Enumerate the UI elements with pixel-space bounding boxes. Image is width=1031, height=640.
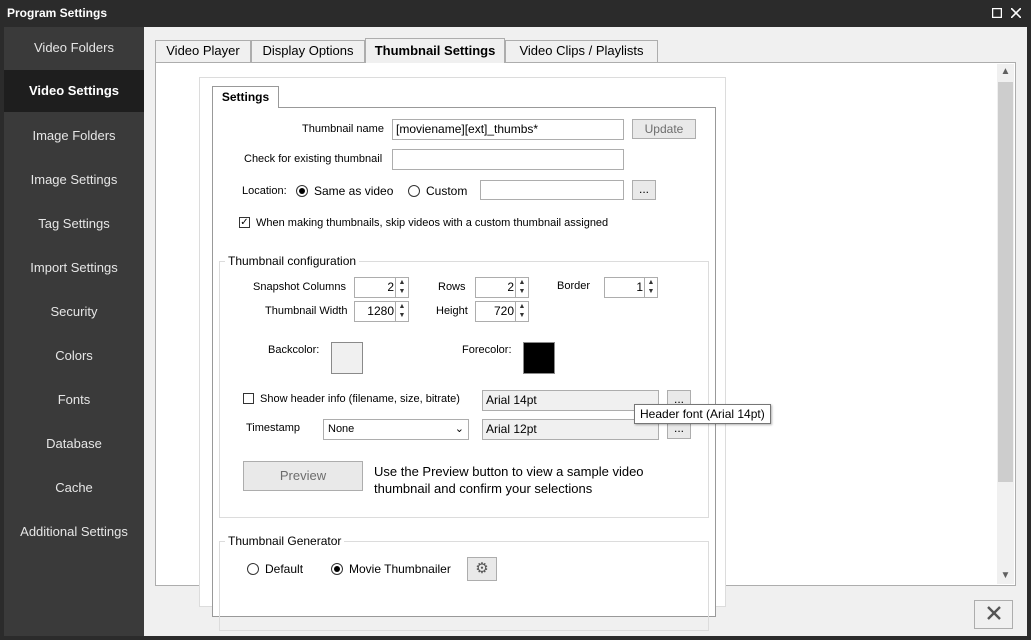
settings-container: Settings Thumbnail name [moviename][ext]… <box>199 77 726 631</box>
border-stepper[interactable]: 1 ▲ ▼ <box>604 277 658 298</box>
border-label: Border <box>557 280 591 292</box>
rows-value: 2 <box>507 280 514 294</box>
sidebar-item-colors[interactable]: Colors <box>4 335 144 377</box>
close-icon[interactable] <box>1006 3 1026 23</box>
settings-tab[interactable]: Settings <box>212 86 279 108</box>
snapshot-columns-stepper[interactable]: 2 ▲ ▼ <box>354 277 409 298</box>
height-label: Height <box>436 305 468 317</box>
sidebar-item-security[interactable]: Security <box>4 291 144 333</box>
height-stepper[interactable]: 720 ▲ ▼ <box>475 301 529 322</box>
vertical-scrollbar[interactable]: ▲ ▼ <box>997 64 1014 584</box>
preview-help-text: Use the Preview button to view a sample … <box>374 464 644 496</box>
tab-video-clips-playlists[interactable]: Video Clips / Playlists <box>505 40 658 62</box>
sidebar-item-import-settings[interactable]: Import Settings <box>4 247 144 289</box>
thumbnail-width-value: 1280 <box>367 304 394 318</box>
preview-button[interactable]: Preview <box>243 461 363 491</box>
movie-thumbnailer-label: Movie Thumbnailer <box>349 562 451 576</box>
existing-thumbnail-input[interactable] <box>392 149 624 170</box>
sidebar-item-additional-settings[interactable]: Additional Settings <box>4 511 144 553</box>
rows-label: Rows <box>438 281 466 293</box>
header-info-label: Show header info (filename, size, bitrat… <box>260 393 460 405</box>
sidebar-item-video-settings[interactable]: Video Settings <box>4 70 150 112</box>
forecolor-label: Forecolor: <box>462 344 512 356</box>
border-value: 1 <box>636 280 643 294</box>
default-generator-radio[interactable] <box>247 563 259 575</box>
sidebar-item-image-settings[interactable]: Image Settings <box>4 159 144 201</box>
location-label: Location: <box>242 185 287 197</box>
thumbnail-name-input[interactable]: [moviename][ext]_thumbs* <box>392 119 624 140</box>
snapshot-columns-label: Snapshot Columns <box>253 281 346 293</box>
skip-custom-checkbox[interactable]: ✓ <box>239 217 250 228</box>
scroll-up-icon[interactable]: ▲ <box>997 64 1014 80</box>
sidebar-item-video-folders[interactable]: Video Folders <box>4 27 144 69</box>
movie-thumbnailer-radio[interactable] <box>331 563 343 575</box>
sidebar-item-tag-settings[interactable]: Tag Settings <box>4 203 144 245</box>
timestamp-value: None <box>328 423 355 435</box>
stepper-arrows-icon[interactable]: ▲ ▼ <box>515 302 528 321</box>
custom-label: Custom <box>426 184 468 198</box>
same-as-video-radio[interactable] <box>296 185 308 197</box>
update-button[interactable]: Update <box>632 119 696 139</box>
snapshot-columns-value: 2 <box>387 280 394 294</box>
window-title: Program Settings <box>7 6 108 20</box>
close-dialog-button[interactable] <box>974 600 1013 629</box>
header-font-tooltip: Header font (Arial 14pt) <box>634 404 771 424</box>
sidebar-item-fonts[interactable]: Fonts <box>4 379 144 421</box>
stepper-arrows-icon[interactable]: ▲ ▼ <box>395 302 408 321</box>
thumbnail-configuration-group: Thumbnail configuration Snapshot Columns… <box>219 254 709 518</box>
sidebar-item-cache[interactable]: Cache <box>4 467 144 509</box>
forecolor-swatch[interactable] <box>523 342 555 374</box>
thumbnail-width-stepper[interactable]: 1280 ▲ ▼ <box>354 301 409 322</box>
stepper-arrows-icon[interactable]: ▲ ▼ <box>644 278 657 297</box>
thumbnail-name-label: Thumbnail name <box>302 123 384 135</box>
tab-thumbnail-settings[interactable]: Thumbnail Settings <box>365 38 505 63</box>
close-icon <box>986 606 1001 620</box>
custom-location-input[interactable] <box>480 180 624 200</box>
sidebar-item-image-folders[interactable]: Image Folders <box>4 115 144 157</box>
thumbnail-configuration-title: Thumbnail configuration <box>225 254 360 268</box>
thumbnail-generator-title: Thumbnail Generator <box>225 534 345 548</box>
existing-thumbnail-label: Check for existing thumbnail <box>244 153 383 165</box>
skip-custom-label: When making thumbnails, skip videos with… <box>256 217 609 229</box>
title-bar: Program Settings <box>0 0 1031 26</box>
rows-stepper[interactable]: 2 ▲ ▼ <box>475 277 529 298</box>
maximize-icon[interactable] <box>987 3 1007 23</box>
scrollbar-thumb[interactable] <box>998 82 1013 482</box>
content-area: Video Player Display Options Thumbnail S… <box>144 27 1027 636</box>
same-as-video-label: Same as video <box>314 184 394 198</box>
backcolor-label: Backcolor: <box>268 344 320 356</box>
backcolor-swatch[interactable] <box>331 342 363 374</box>
custom-radio[interactable] <box>408 185 420 197</box>
stepper-arrows-icon[interactable]: ▲ ▼ <box>395 278 408 297</box>
scroll-down-icon[interactable]: ▼ <box>997 568 1014 584</box>
tab-video-player[interactable]: Video Player <box>155 40 251 62</box>
thumbnail-settings-panel: ▲ ▼ Settings Thumbnail name [moviename][… <box>155 62 1016 631</box>
header-font-field[interactable]: Arial 14pt <box>482 390 659 411</box>
stepper-arrows-icon[interactable]: ▲ ▼ <box>515 278 528 297</box>
sidebar: Video Folders Video Settings Image Folde… <box>4 27 150 636</box>
chevron-down-icon: ⌄ <box>454 423 464 435</box>
tab-display-options[interactable]: Display Options <box>251 40 365 62</box>
default-generator-label: Default <box>265 562 304 576</box>
thumbnail-width-label: Thumbnail Width <box>265 305 348 317</box>
timestamp-font-field[interactable]: Arial 12pt <box>482 419 659 440</box>
gear-icon[interactable]: ⚙ <box>467 557 497 581</box>
thumbnail-generator-group: Thumbnail Generator Default Movie Thumbn… <box>219 534 709 631</box>
sidebar-item-label: Video Settings <box>28 83 120 98</box>
browse-location-button[interactable]: ... <box>632 180 656 200</box>
timestamp-select[interactable]: None ⌄ <box>323 419 469 440</box>
settings-frame: Thumbnail name [moviename][ext]_thumbs* … <box>212 107 716 631</box>
sidebar-item-database[interactable]: Database <box>4 423 144 465</box>
timestamp-label: Timestamp <box>246 422 300 434</box>
header-info-checkbox[interactable] <box>243 393 254 404</box>
height-value: 720 <box>493 304 514 318</box>
